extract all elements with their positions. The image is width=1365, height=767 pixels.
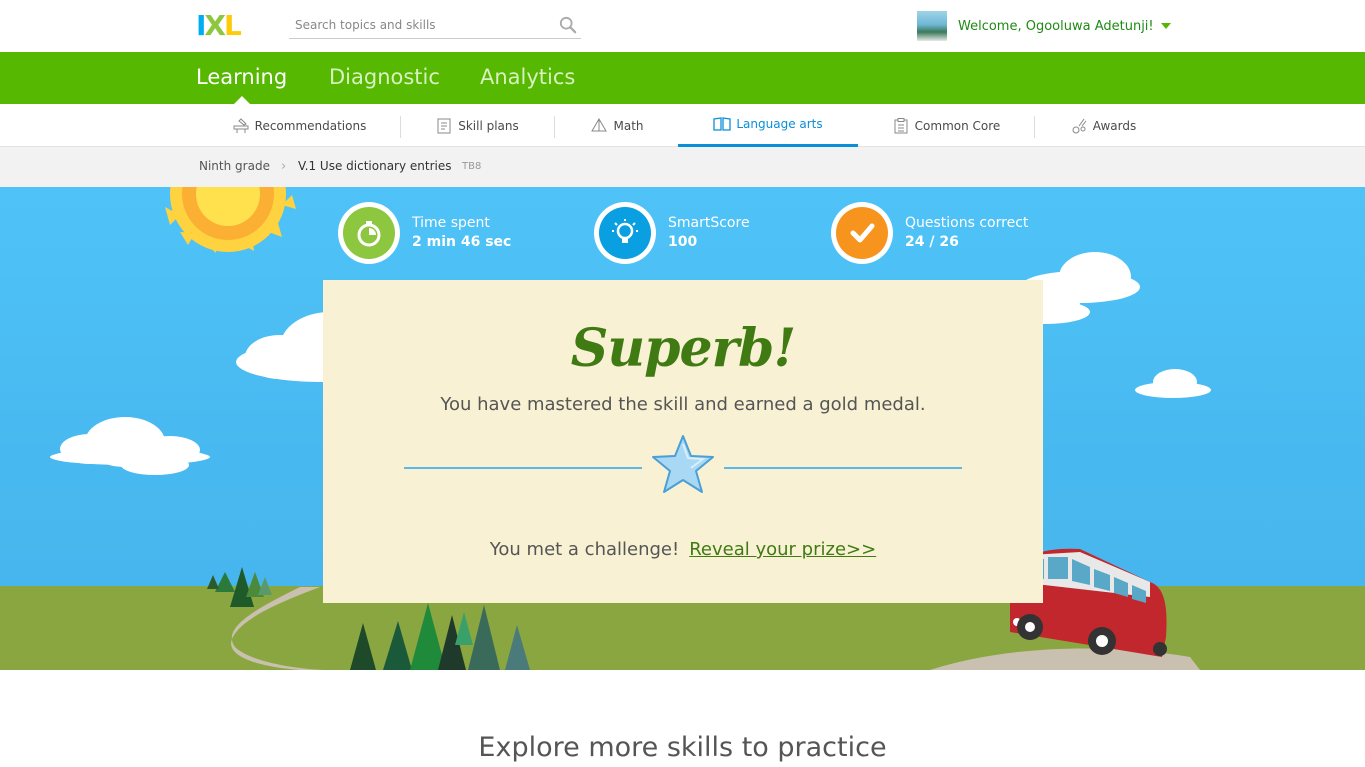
- tree-icon: [207, 567, 272, 607]
- explore-heading: Explore more skills to practice: [478, 732, 887, 763]
- clipboard-icon: [894, 117, 908, 133]
- stopwatch-icon: [343, 207, 395, 259]
- avatar[interactable]: [917, 11, 947, 41]
- stat-value: 2 min 46 sec: [412, 234, 512, 250]
- subnav-recommendations[interactable]: Recommendations: [222, 104, 376, 147]
- star-icon: [652, 435, 714, 493]
- tab-learning[interactable]: Learning: [196, 65, 287, 89]
- subnav-awards[interactable]: Awards: [1058, 104, 1148, 147]
- chevron-right-icon: ›: [281, 159, 287, 174]
- divider: [1034, 116, 1035, 138]
- subnav-label: Common Core: [914, 118, 1001, 133]
- top-bar: IXL Welcome, Ogooluwa Adetunji!: [0, 0, 1365, 52]
- stat-value: 24 / 26: [905, 234, 959, 250]
- challenge-row: You met a challenge! Reveal your prize>>: [323, 539, 1043, 560]
- tab-diagnostic[interactable]: Diagnostic: [329, 65, 440, 89]
- tab-analytics[interactable]: Analytics: [480, 65, 575, 89]
- lightbulb-icon: [599, 207, 651, 259]
- ixl-logo[interactable]: IXL: [196, 12, 274, 40]
- skill-code: TB8: [462, 161, 482, 172]
- subnav-label: Language arts: [736, 117, 823, 131]
- active-tab-pointer: [234, 96, 250, 104]
- subnav-common-core[interactable]: Common Core: [880, 104, 1012, 147]
- subnav-label: Skill plans: [458, 118, 519, 133]
- stat-questions-correct: Questions correct 24 / 26: [831, 202, 1029, 264]
- user-menu[interactable]: Welcome, Ogooluwa Adetunji!: [917, 11, 1171, 41]
- awards-icon: [1072, 118, 1087, 133]
- results-scene: Time spent 2 min 46 sec SmartScore 100 Q…: [0, 187, 1365, 670]
- divider: [400, 116, 401, 138]
- cloud-icon: [1135, 369, 1211, 398]
- welcome-text[interactable]: Welcome, Ogooluwa Adetunji!: [958, 19, 1154, 34]
- subnav-label: Awards: [1092, 118, 1137, 133]
- divider: [554, 116, 555, 138]
- search-box: [289, 13, 581, 39]
- skill-plans-icon: [437, 118, 451, 133]
- sub-nav: Recommendations Skill plans Math Languag…: [0, 104, 1365, 147]
- challenge-text: You met a challenge!: [489, 539, 680, 560]
- stat-value: 100: [668, 234, 698, 250]
- sun-icon: [165, 187, 296, 253]
- stat-time-spent: Time spent 2 min 46 sec: [338, 202, 512, 264]
- stat-smartscore: SmartScore 100: [594, 202, 750, 264]
- subnav-label: Math: [613, 118, 644, 133]
- search-input[interactable]: [289, 13, 549, 37]
- recommendations-icon: [233, 117, 249, 133]
- breadcrumb-grade[interactable]: Ninth grade: [199, 159, 270, 173]
- subnav-language-arts[interactable]: Language arts: [678, 104, 858, 147]
- chevron-down-icon[interactable]: [1160, 23, 1171, 29]
- cloud-icon: [50, 417, 210, 475]
- stat-label: Time spent: [412, 215, 490, 231]
- result-card: Superb! You have mastered the skill and …: [323, 280, 1043, 603]
- breadcrumb: Ninth grade › V.1 Use dictionary entries…: [0, 147, 1365, 187]
- result-message: You have mastered the skill and earned a…: [440, 394, 926, 415]
- divider-line: [724, 467, 962, 469]
- search-icon[interactable]: [559, 16, 577, 34]
- main-nav: Learning Diagnostic Analytics: [0, 52, 1365, 104]
- book-icon: [713, 117, 732, 131]
- subnav-skill-plans[interactable]: Skill plans: [424, 104, 530, 147]
- reveal-prize-link[interactable]: Reveal your prize>>: [689, 539, 876, 560]
- checkmark-icon: [836, 207, 888, 259]
- math-pyramid-icon: [591, 117, 608, 131]
- tree-icon: [350, 603, 530, 670]
- divider-line: [404, 467, 642, 469]
- stat-label: Questions correct: [905, 215, 1029, 231]
- subnav-math[interactable]: Math: [578, 104, 656, 147]
- subnav-label: Recommendations: [254, 118, 367, 133]
- breadcrumb-skill: V.1 Use dictionary entries: [298, 159, 452, 173]
- result-headline: Superb!: [570, 318, 796, 379]
- stat-label: SmartScore: [668, 215, 750, 231]
